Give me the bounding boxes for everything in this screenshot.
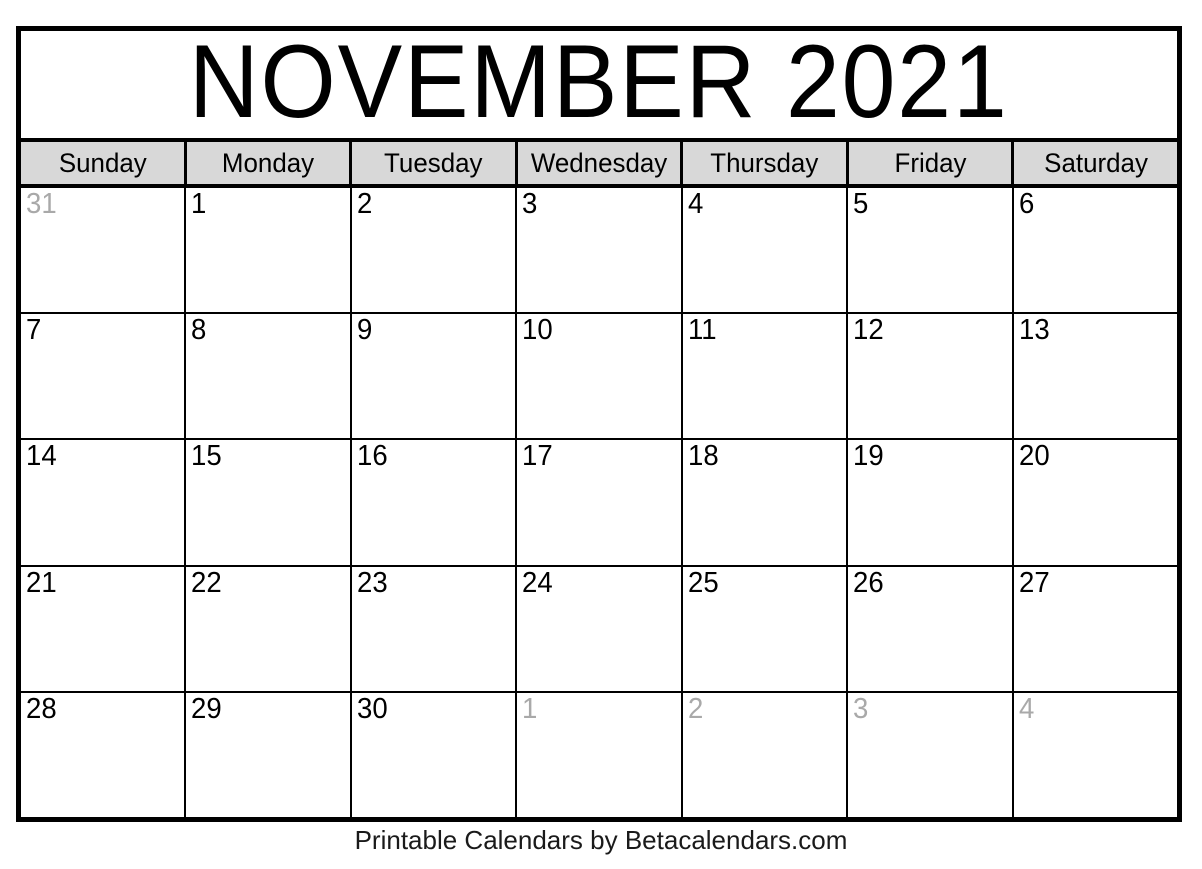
weekday-label: Friday (894, 147, 967, 178)
day-cell[interactable]: 10 (517, 314, 683, 439)
weekday-header-sunday: Sunday (21, 142, 187, 184)
day-number: 8 (191, 314, 207, 347)
weekday-header-saturday: Saturday (1014, 142, 1178, 184)
day-cell[interactable]: 23 (351, 566, 518, 691)
week-row: 14 15 16 17 18 19 20 (21, 440, 1177, 567)
day-cell[interactable]: 9 (351, 314, 518, 439)
day-cell[interactable]: 20 (1013, 440, 1177, 565)
weekday-label: Monday (221, 147, 314, 178)
weekday-label: Saturday (1043, 147, 1148, 178)
day-number: 29 (191, 692, 223, 725)
day-cell[interactable]: 26 (848, 566, 1014, 691)
day-number: 21 (26, 566, 57, 599)
day-number: 12 (853, 314, 884, 347)
day-number: 10 (522, 314, 553, 347)
day-cell[interactable]: 18 (682, 440, 849, 565)
calendar-frame: NOVEMBER 2021 Sunday Monday Tuesday Wednesd… (16, 26, 1182, 822)
day-number: 1 (191, 188, 207, 220)
day-number: 22 (191, 566, 223, 599)
week-row: 21 22 23 24 25 26 27 (21, 566, 1177, 693)
weekday-header-friday: Friday (848, 142, 1015, 184)
week-row: 28 29 30 1 2 3 4 (21, 692, 1177, 818)
day-cell[interactable]: 30 (351, 692, 518, 818)
footer-credit: Printable Calendars by Betacalendars.com (354, 825, 848, 855)
week-row: 7 8 9 10 11 12 13 (21, 314, 1177, 441)
day-number: 3 (522, 188, 538, 220)
calendar-page: NOVEMBER 2021 Sunday Monday Tuesday Wednesd… (0, 0, 1202, 869)
day-number: 17 (522, 440, 553, 473)
day-number: 14 (26, 440, 57, 473)
day-number: 9 (356, 314, 373, 347)
day-cell-adjacent-month[interactable]: 1 (517, 692, 683, 818)
day-cell[interactable]: 16 (351, 440, 518, 565)
day-number: 15 (191, 440, 223, 473)
day-number: 26 (853, 566, 884, 599)
day-cell[interactable]: 3 (517, 188, 683, 313)
date-grid: 31 1 2 3 4 5 6 7 8 9 10 11 12 13 14 15 16 17 18 19 20 21 22 23 2… (21, 188, 1177, 818)
day-number: 3 (853, 692, 869, 725)
day-cell[interactable]: 13 (1013, 314, 1177, 439)
day-number: 28 (26, 692, 57, 725)
day-cell-adjacent-month[interactable]: 3 (848, 692, 1014, 818)
day-number: 2 (687, 692, 704, 725)
day-number: 4 (687, 188, 704, 220)
day-cell[interactable]: 19 (848, 440, 1014, 565)
day-cell[interactable]: 27 (1013, 566, 1177, 691)
day-number: 23 (356, 566, 388, 599)
day-cell[interactable]: 17 (517, 440, 683, 565)
day-number: 24 (522, 566, 553, 599)
weekday-header-monday: Monday (186, 142, 353, 184)
day-number: 16 (356, 440, 388, 473)
day-number: 18 (687, 440, 719, 473)
day-number: 11 (687, 314, 717, 347)
day-cell[interactable]: 22 (186, 566, 352, 691)
day-cell[interactable]: 7 (21, 314, 187, 439)
day-number: 4 (1018, 692, 1034, 725)
day-number: 13 (1018, 314, 1050, 347)
week-row: 31 1 2 3 4 5 6 (21, 188, 1177, 315)
day-number: 19 (853, 440, 884, 473)
weekday-label: Thursday (710, 147, 819, 178)
day-cell-adjacent-month[interactable]: 2 (682, 692, 849, 818)
day-number: 30 (356, 692, 388, 725)
day-cell[interactable]: 4 (682, 188, 849, 313)
day-cell[interactable]: 25 (682, 566, 849, 691)
weekday-label: Wednesday (530, 147, 668, 178)
weekday-header-tuesday: Tuesday (352, 142, 518, 184)
weekday-label: Sunday (58, 147, 147, 178)
day-number: 2 (356, 188, 373, 220)
day-number: 27 (1018, 566, 1050, 599)
day-cell-adjacent-month[interactable]: 31 (21, 188, 187, 313)
page-title: NOVEMBER 2021 (189, 31, 1009, 140)
day-cell[interactable]: 5 (848, 188, 1014, 313)
day-cell[interactable]: 2 (351, 188, 518, 313)
day-cell[interactable]: 21 (21, 566, 187, 691)
day-cell-adjacent-month[interactable]: 4 (1013, 692, 1177, 818)
weekday-header-row: Sunday Monday Tuesday Wednesday Thursday Frid… (21, 142, 1178, 188)
day-cell[interactable]: 11 (682, 314, 849, 439)
day-cell[interactable]: 15 (186, 440, 352, 565)
day-cell[interactable]: 24 (517, 566, 683, 691)
weekday-header-thursday: Thursday (683, 142, 849, 184)
day-number: 20 (1018, 440, 1050, 473)
day-cell[interactable]: 8 (186, 314, 352, 439)
weekday-header-wednesday: Wednesday (517, 142, 684, 184)
day-cell[interactable]: 12 (848, 314, 1014, 439)
day-cell[interactable]: 14 (21, 440, 187, 565)
day-cell[interactable]: 29 (186, 692, 352, 818)
day-cell[interactable]: 28 (21, 692, 187, 818)
calendar-title-banner: NOVEMBER 2021 (21, 31, 1177, 142)
day-cell[interactable]: 6 (1013, 188, 1177, 313)
day-number: 25 (687, 566, 719, 599)
day-number: 6 (1018, 188, 1034, 220)
day-number: 31 (26, 188, 57, 220)
day-cell[interactable]: 1 (186, 188, 352, 313)
day-number: 5 (853, 188, 869, 220)
day-number: 1 (522, 692, 538, 725)
day-number: 7 (26, 314, 42, 347)
weekday-label: Tuesday (384, 147, 483, 178)
